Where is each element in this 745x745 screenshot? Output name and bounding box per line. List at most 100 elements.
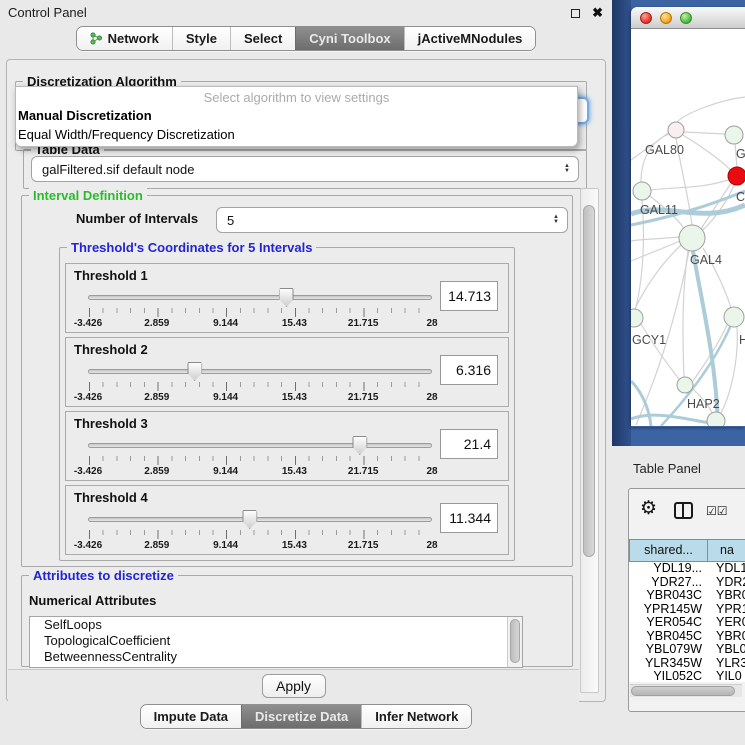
numerical-attributes-list[interactable]: SelfLoops TopologicalCoefficient Between… — [29, 616, 523, 668]
node-top-right[interactable] — [725, 126, 743, 144]
tab-group: Network Style Select Cyni Toolbox jActiv… — [76, 26, 537, 51]
node-label: C — [736, 190, 745, 204]
slider-track[interactable] — [88, 369, 432, 374]
tab-select[interactable]: Select — [230, 27, 295, 50]
list-scrollbar-thumb[interactable] — [510, 619, 520, 663]
slider-handle[interactable] — [242, 510, 257, 529]
tab-network-label: Network — [108, 31, 159, 46]
control-panel: Control Panel ✖ Network Style Select Cyn… — [0, 0, 612, 745]
node-label: GAL4 — [690, 253, 722, 267]
close-icon[interactable]: ✖ — [592, 5, 603, 21]
table-row[interactable]: YDR27...YDR2 — [629, 576, 745, 590]
slider-track[interactable] — [88, 295, 432, 300]
table-data-combobox[interactable]: galFiltered.sif default node ▲▼ — [31, 156, 579, 182]
apply-button[interactable]: Apply — [262, 674, 326, 698]
panel-title: Control Panel — [8, 5, 87, 20]
table-row[interactable]: YBR043CYBR0 — [629, 589, 745, 603]
threshold-4-value[interactable]: 11.344 — [440, 503, 498, 533]
apply-bar: Apply — [8, 669, 579, 702]
threshold-2-slider[interactable]: -3.4262.859 9.14415.43 21.71528 — [88, 362, 432, 406]
table-data-value: galFiltered.sif default node — [32, 162, 556, 177]
column-header-name[interactable]: na — [708, 539, 745, 562]
number-of-intervals-combobox[interactable]: 5 ▲▼ — [216, 207, 568, 233]
right-panel: GAL80 G C GAL11 GAL4 GCY1 H HAP2 Table P… — [612, 0, 745, 745]
control-panel-titlebar: Control Panel ✖ — [0, 0, 612, 26]
split-columns-icon[interactable] — [674, 502, 693, 519]
threshold-2-label: Threshold 2 — [74, 342, 148, 357]
threshold-4-slider[interactable]: -3.4262.859 9.14415.43 21.71528 — [88, 510, 432, 554]
network-canvas[interactable]: GAL80 G C GAL11 GAL4 GCY1 H HAP2 — [631, 29, 745, 426]
combobox-stepper-icon: ▲▼ — [556, 164, 578, 174]
zoom-traffic-light[interactable] — [680, 12, 692, 24]
tab-network[interactable]: Network — [77, 27, 172, 50]
node-right-mid[interactable] — [724, 307, 744, 327]
numerical-attributes-label: Numerical Attributes — [29, 593, 156, 608]
dropdown-item-manual[interactable]: Manual Discretization — [16, 106, 577, 125]
thresholds-group-title: Threshold's Coordinates for 5 Intervals — [67, 240, 316, 255]
panel-scrollbar[interactable] — [580, 188, 599, 693]
node-label: H — [739, 333, 745, 347]
list-item[interactable]: SelfLoops — [30, 617, 522, 633]
node-hap2[interactable] — [677, 377, 693, 393]
close-traffic-light[interactable] — [640, 12, 652, 24]
threshold-4-label: Threshold 4 — [74, 490, 148, 505]
select-columns-icon[interactable]: ☑☑ — [706, 504, 728, 518]
column-header-shared[interactable]: shared... — [629, 539, 708, 562]
list-item[interactable]: TopologicalCoefficient — [30, 633, 522, 649]
table-hscrollbar[interactable] — [630, 684, 742, 697]
node-gal80[interactable] — [668, 122, 684, 138]
table-row[interactable]: YDL19...YDL1 — [629, 562, 745, 576]
list-item[interactable]: BetweennessCentrality — [30, 649, 522, 665]
float-window-icon[interactable] — [571, 9, 580, 18]
minimize-traffic-light[interactable] — [660, 12, 672, 24]
slider-handle[interactable] — [279, 288, 294, 307]
tab-cyni-toolbox[interactable]: Cyni Toolbox — [295, 27, 403, 50]
gear-icon[interactable]: ⚙ — [640, 499, 657, 519]
threshold-1-slider[interactable]: -3.4262.859 9.14415.43 21.71528 — [88, 288, 432, 332]
node-gal11[interactable] — [633, 182, 651, 200]
tab-jactivemnodules[interactable]: jActiveMNodules — [404, 27, 536, 50]
node-label: GCY1 — [632, 333, 666, 347]
table-row[interactable]: YBR045CYBR0 — [629, 630, 745, 644]
table-panel: ⚙ ☑☑ shared... na YDL19...YDL1 YDR27...Y… — [628, 488, 745, 712]
table-row[interactable]: YPR145WYPR1 — [629, 603, 745, 617]
panel-scrollbar-thumb[interactable] — [583, 205, 595, 557]
threshold-1-value[interactable]: 14.713 — [440, 281, 498, 311]
threshold-3-slider[interactable]: -3.4262.859 9.14415.43 21.71528 — [88, 436, 432, 480]
table-panel-bar: Table Panel — [612, 446, 745, 488]
table-row[interactable]: YIL052CYIL0 — [629, 670, 745, 682]
network-window-titlebar[interactable] — [631, 7, 745, 29]
desktop-edge — [612, 0, 631, 446]
list-scrollbar[interactable] — [507, 617, 522, 667]
tab-style[interactable]: Style — [172, 27, 230, 50]
network-view-window: GAL80 G C GAL11 GAL4 GCY1 H HAP2 — [631, 7, 745, 427]
threshold-1-label: Threshold 1 — [74, 268, 148, 283]
table-toolbar: ⚙ ☑☑ — [629, 489, 745, 539]
bottom-tabbar: Impute Data Discretize Data Infer Networ… — [0, 704, 612, 729]
slider-handle[interactable] — [352, 436, 367, 455]
threshold-3-value[interactable]: 21.4 — [440, 429, 498, 459]
node-bottom-partial[interactable] — [707, 412, 725, 426]
slider-handle[interactable] — [187, 362, 202, 381]
tab-discretize-data[interactable]: Discretize Data — [241, 705, 361, 728]
cyni-toolbox-content: Discretization Algorithm ▲▼ Select algor… — [6, 59, 606, 702]
node-label: HAP2 — [687, 397, 720, 411]
table-row[interactable]: YLR345WYLR3 — [629, 657, 745, 671]
table-row[interactable]: YBL079WYBL0 — [629, 643, 745, 657]
threshold-2-value[interactable]: 6.316 — [440, 355, 498, 385]
slider-track[interactable] — [88, 443, 432, 448]
tab-impute-data[interactable]: Impute Data — [141, 705, 241, 728]
threshold-2-row: Threshold 2 -3.4262.859 9.14415.43 21.71… — [65, 337, 509, 407]
node-gal4[interactable] — [679, 225, 705, 251]
node-label: GAL11 — [640, 203, 678, 217]
dropdown-item-equal-width[interactable]: Equal Width/Frequency Discretization — [16, 125, 577, 144]
threshold-3-row: Threshold 3 -3.4262.859 9.14415.43 21.71… — [65, 411, 509, 481]
node-selected-red[interactable] — [728, 167, 745, 185]
table-body: YDL19...YDL1 YDR27...YDR2 YBR043CYBR0 YP… — [629, 562, 745, 682]
table-hscrollbar-thumb[interactable] — [631, 686, 735, 696]
table-row[interactable]: YER054CYER0 — [629, 616, 745, 630]
cytoscape-desktop: GAL80 G C GAL11 GAL4 GCY1 H HAP2 — [612, 0, 745, 446]
slider-track[interactable] — [88, 517, 432, 522]
tab-infer-network[interactable]: Infer Network — [361, 705, 471, 728]
top-tabbar: Network Style Select Cyni Toolbox jActiv… — [0, 26, 612, 57]
